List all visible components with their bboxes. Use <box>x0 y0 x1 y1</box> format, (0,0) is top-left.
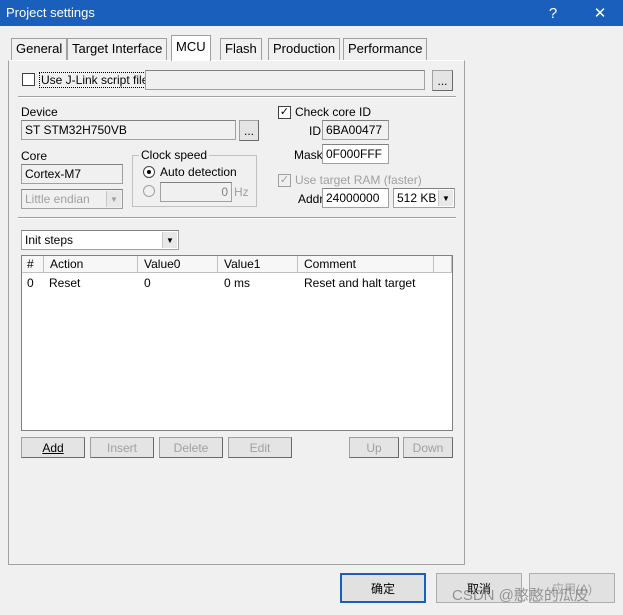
auto-detection-radio[interactable] <box>143 166 155 178</box>
tab-performance[interactable]: Performance <box>343 38 428 60</box>
use-script-checkbox[interactable] <box>22 73 35 86</box>
steps-select[interactable]: Init steps ▼ <box>21 230 179 250</box>
ram-size-select[interactable]: 512 KB ▼ <box>393 188 455 208</box>
endian-select[interactable]: Little endian ▼ <box>21 189 123 209</box>
delete-step-button[interactable]: Delete <box>159 437 223 458</box>
row-value1: 0 ms <box>224 276 251 290</box>
close-button[interactable]: ✕ <box>580 0 620 26</box>
init-steps-table[interactable]: # Action Value0 Value1 Comment 0 Reset 0… <box>21 255 453 431</box>
core-id-field: 6BA00477 <box>322 120 389 140</box>
row-action: Reset <box>49 276 81 290</box>
check-core-id-checkbox[interactable]: ✓ <box>278 106 291 119</box>
help-button[interactable]: ? <box>533 0 573 26</box>
addr-label: Addr <box>298 192 324 206</box>
script-path-field[interactable] <box>145 70 425 90</box>
core-id-label: ID <box>309 124 321 138</box>
steps-select-value: Init steps <box>25 233 74 247</box>
chevron-down-icon: ▼ <box>162 232 177 248</box>
use-target-ram-checkbox[interactable]: ✓ <box>278 174 291 187</box>
move-up-button[interactable]: Up <box>349 437 399 458</box>
clock-speed-field[interactable]: 0 <box>160 182 232 202</box>
clock-unit-label: Hz <box>234 185 249 199</box>
endian-value: Little endian <box>25 192 90 206</box>
check-core-id-label: Check core ID <box>295 105 372 119</box>
row-comment: Reset and halt target <box>304 276 416 290</box>
use-script-label: Use J-Link script file <box>39 72 151 88</box>
add-step-label: Add <box>42 440 64 455</box>
row-num: 0 <box>27 276 34 290</box>
mask-label: Mask <box>294 148 323 162</box>
tab-flash[interactable]: Flash <box>220 38 262 60</box>
ok-button[interactable]: 确定 <box>340 573 426 603</box>
tab-target-interface[interactable]: Target Interface <box>67 38 168 60</box>
row-value0: 0 <box>144 276 151 290</box>
device-browse-button[interactable]: ... <box>239 120 259 141</box>
separator <box>18 96 456 98</box>
clock-speed-label: Clock speed <box>139 148 210 162</box>
move-down-button[interactable]: Down <box>403 437 453 458</box>
column-header-value0[interactable]: Value0 <box>138 256 218 273</box>
tab-production[interactable]: Production <box>268 38 341 60</box>
device-label: Device <box>21 105 58 119</box>
ram-size-value: 512 KB <box>397 191 437 205</box>
device-field: ST STM32H750VB <box>21 120 236 140</box>
manual-speed-radio[interactable] <box>143 185 155 197</box>
auto-detection-label: Auto detection <box>160 165 237 179</box>
mask-field[interactable]: 0F000FFF <box>322 144 389 164</box>
insert-step-button[interactable]: Insert <box>90 437 154 458</box>
separator <box>18 217 456 219</box>
column-header-value1[interactable]: Value1 <box>218 256 298 273</box>
script-browse-button[interactable]: ... <box>432 70 453 91</box>
core-label: Core <box>21 149 48 163</box>
column-header-action[interactable]: Action <box>44 256 138 273</box>
edit-step-button[interactable]: Edit <box>228 437 292 458</box>
core-field: Cortex-M7 <box>21 164 123 184</box>
column-header-num[interactable]: # <box>22 256 44 273</box>
column-header-comment[interactable]: Comment <box>298 256 434 273</box>
chevron-down-icon: ▼ <box>438 190 453 206</box>
title-bar: Project settings ? ✕ <box>0 0 623 26</box>
tab-mcu[interactable]: MCU <box>171 35 211 61</box>
add-step-button[interactable]: Add <box>21 437 85 458</box>
close-icon: ✕ <box>593 5 607 22</box>
tab-general[interactable]: General <box>11 38 68 60</box>
window-title: Project settings <box>6 5 95 20</box>
column-header-filler <box>434 256 452 273</box>
chevron-down-icon: ▼ <box>106 191 121 207</box>
watermark: CSDN @憨憨的瓜皮 <box>452 587 589 604</box>
ram-addr-field[interactable]: 24000000 <box>322 188 389 208</box>
use-target-ram-label: Use target RAM (faster) <box>295 173 422 187</box>
